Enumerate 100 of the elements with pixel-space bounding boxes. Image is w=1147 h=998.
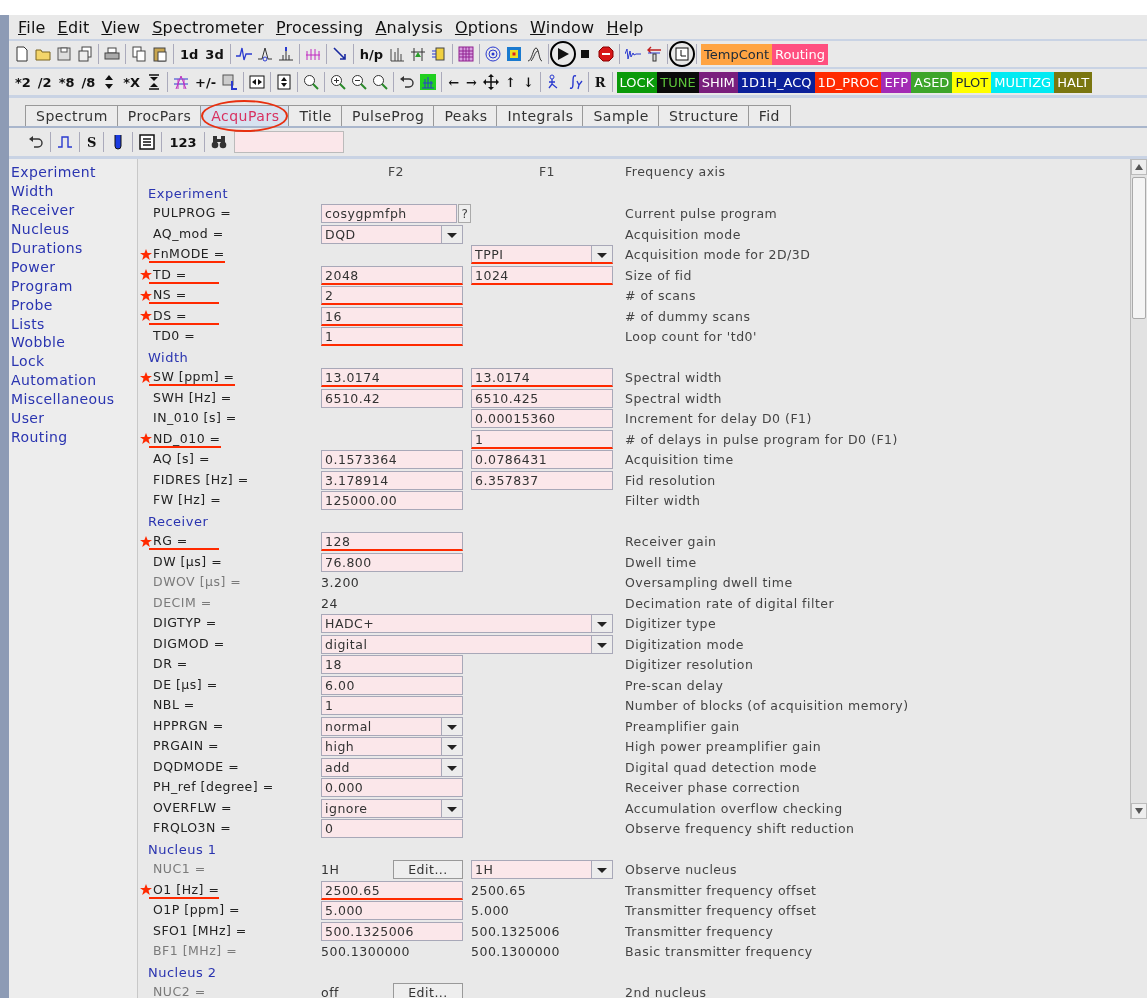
toolbar-button[interactable]: S bbox=[85, 134, 99, 150]
sidebar-item[interactable]: Receiver bbox=[9, 200, 77, 220]
input-field[interactable]: 3.178914 bbox=[321, 470, 463, 490]
command-button[interactable]: TUNE bbox=[657, 71, 699, 93]
toolbar-button[interactable]: /8 bbox=[79, 74, 98, 90]
toolbar-button[interactable]: *X bbox=[121, 74, 143, 90]
scroll-down-button[interactable] bbox=[1131, 803, 1147, 819]
tab[interactable]: Integrals bbox=[496, 105, 585, 126]
toolbar-button[interactable]: R bbox=[592, 74, 608, 90]
toolbar-button[interactable]: 3d bbox=[203, 46, 226, 62]
input-field[interactable]: 6510.425 bbox=[471, 388, 613, 408]
sidebar-item[interactable]: Lock bbox=[9, 351, 47, 371]
input-field[interactable]: 16 bbox=[321, 306, 463, 326]
sidebar-item[interactable]: Experiment bbox=[9, 163, 98, 182]
input-field[interactable]: 2 bbox=[321, 286, 463, 306]
tab[interactable]: PulseProg bbox=[340, 105, 436, 126]
input-field[interactable]: cosygpmfph bbox=[321, 204, 458, 224]
dropdown[interactable]: HADC+ bbox=[321, 614, 613, 634]
toolbar-button[interactable]: 123 bbox=[167, 134, 199, 150]
input-field[interactable]: 1 bbox=[321, 696, 463, 716]
sidebar-item[interactable]: Automation bbox=[9, 370, 99, 390]
input-field[interactable]: 6.00 bbox=[321, 675, 463, 695]
command-button[interactable]: 1D1H_ACQ bbox=[737, 71, 815, 93]
sidebar-item[interactable]: Durations bbox=[9, 238, 85, 258]
menu-item[interactable]: Help bbox=[601, 17, 649, 37]
menu-item[interactable]: Edit bbox=[52, 17, 95, 37]
menu-item[interactable]: Processing bbox=[270, 17, 369, 37]
tab[interactable]: Title bbox=[288, 105, 343, 126]
command-button[interactable]: LOCK bbox=[616, 71, 658, 93]
input-field[interactable]: 0 bbox=[321, 819, 463, 839]
sidebar-item[interactable]: User bbox=[9, 408, 47, 428]
input-field[interactable]: 76.800 bbox=[321, 552, 463, 572]
edit-button[interactable]: Edit... bbox=[393, 860, 463, 880]
toolbar-button[interactable]: *8 bbox=[56, 74, 77, 90]
toolbar-button[interactable]: ↓ bbox=[520, 74, 536, 90]
sidebar-item[interactable]: Width bbox=[9, 181, 56, 201]
command-button[interactable]: SHIM bbox=[698, 71, 738, 93]
command-button[interactable]: PLOT bbox=[952, 71, 992, 93]
input-field[interactable]: 13.0174 bbox=[321, 368, 463, 388]
toolbar-button[interactable]: → bbox=[464, 74, 479, 90]
toolbar-button[interactable]: 1d bbox=[178, 46, 201, 62]
input-field[interactable]: 500.1325006 bbox=[321, 921, 463, 941]
toolbar-button[interactable]: *2 bbox=[13, 74, 33, 90]
input-field[interactable]: 6510.42 bbox=[321, 388, 463, 408]
input-field[interactable]: 0.1573364 bbox=[321, 450, 463, 470]
sidebar-item[interactable]: Lists bbox=[9, 314, 47, 333]
tab[interactable]: ProcPars bbox=[116, 105, 203, 126]
toolbar-button[interactable]: +/- bbox=[193, 74, 219, 90]
command-button[interactable]: 1D_PROC bbox=[814, 71, 882, 93]
toolbar-button[interactable]: /2 bbox=[35, 74, 54, 90]
dropdown[interactable]: digital bbox=[321, 634, 613, 654]
command-button[interactable]: EFP bbox=[881, 71, 911, 93]
sidebar-item[interactable]: Probe bbox=[9, 295, 55, 315]
input-field[interactable]: 125000.00 bbox=[321, 491, 463, 511]
tab[interactable]: Peaks bbox=[433, 105, 499, 126]
command-button[interactable]: HALT bbox=[1054, 71, 1093, 93]
dropdown[interactable]: normal bbox=[321, 716, 463, 736]
scroll-up-button[interactable] bbox=[1131, 159, 1147, 175]
toolbar-button[interactable]: h/p bbox=[357, 46, 386, 62]
menu-item[interactable]: Options bbox=[449, 17, 524, 37]
dropdown[interactable]: high bbox=[321, 737, 463, 757]
input-field[interactable]: 1 bbox=[321, 327, 463, 347]
input-field[interactable]: 128 bbox=[321, 532, 463, 552]
help-button[interactable]: ? bbox=[458, 204, 471, 224]
input-field[interactable]: 6.357837 bbox=[471, 470, 613, 490]
sidebar-item[interactable]: Routing bbox=[9, 427, 70, 447]
tab[interactable]: Spectrum bbox=[25, 105, 119, 126]
sidebar-item[interactable]: Nucleus bbox=[9, 219, 72, 239]
dropdown[interactable]: 1H bbox=[471, 860, 613, 880]
toolbar-button[interactable]: ↑ bbox=[502, 74, 518, 90]
input-field[interactable]: 13.0174 bbox=[471, 368, 613, 388]
input-field[interactable]: 18 bbox=[321, 655, 463, 675]
input-field[interactable]: 0.000 bbox=[321, 778, 463, 798]
menu-item[interactable]: View bbox=[96, 17, 146, 37]
edit-button[interactable]: Edit... bbox=[393, 983, 463, 998]
sidebar-item[interactable]: Power bbox=[9, 257, 58, 277]
input-field[interactable]: 0.00015360 bbox=[471, 409, 613, 429]
tab[interactable]: Structure bbox=[658, 105, 750, 126]
scrollbar-thumb[interactable] bbox=[1132, 177, 1146, 319]
sidebar-item[interactable]: Wobble bbox=[9, 333, 68, 352]
menu-item[interactable]: Analysis bbox=[370, 17, 448, 37]
input-field[interactable]: 2048 bbox=[321, 265, 463, 285]
input-field[interactable]: 5.000 bbox=[321, 901, 463, 921]
command-button[interactable]: TempCont bbox=[701, 43, 773, 65]
input-field[interactable]: 0.0786431 bbox=[471, 450, 613, 470]
dropdown[interactable]: TPPI bbox=[471, 245, 613, 265]
tab[interactable]: AcquPars bbox=[200, 105, 291, 126]
tab[interactable]: Fid bbox=[747, 105, 791, 126]
search-field[interactable] bbox=[233, 131, 344, 153]
menu-item[interactable]: Window bbox=[525, 17, 600, 37]
dropdown[interactable]: DQD bbox=[321, 224, 463, 244]
sidebar-item[interactable]: Miscellaneous bbox=[9, 389, 117, 409]
sidebar-item[interactable]: Program bbox=[9, 276, 75, 296]
input-field[interactable]: 1024 bbox=[471, 265, 613, 285]
input-field[interactable]: 2500.65 bbox=[321, 880, 463, 900]
toolbar-button[interactable]: ← bbox=[446, 74, 462, 90]
input-field[interactable]: 1 bbox=[471, 429, 613, 449]
tab[interactable]: Sample bbox=[582, 105, 660, 126]
dropdown[interactable]: add bbox=[321, 757, 463, 777]
menu-item[interactable]: Spectrometer bbox=[147, 17, 269, 37]
